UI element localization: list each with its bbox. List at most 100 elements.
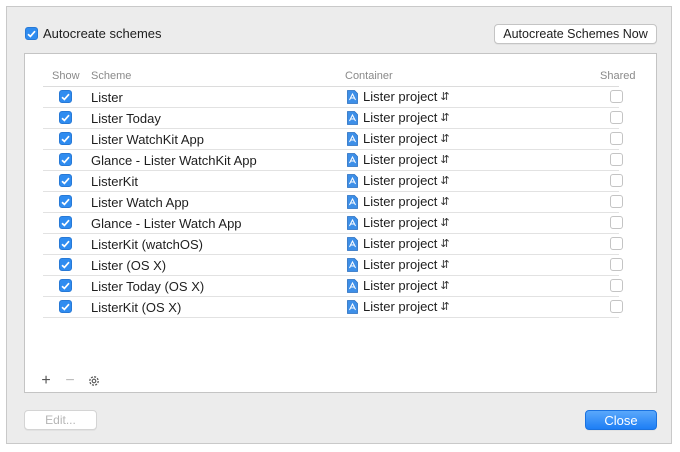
edit-button[interactable]: Edit... xyxy=(24,410,97,430)
scheme-name: Lister xyxy=(91,90,123,105)
table-row[interactable]: Lister Lister project ⇵ xyxy=(43,87,623,108)
table-row[interactable]: Lister Watch App Lister project ⇵ xyxy=(43,192,623,213)
container-popup[interactable]: Lister project ⇵ xyxy=(347,173,450,188)
show-checkbox[interactable] xyxy=(59,300,72,313)
shared-checkbox[interactable] xyxy=(610,237,623,250)
show-checkbox[interactable] xyxy=(59,132,72,145)
scheme-name: ListerKit (watchOS) xyxy=(91,237,203,252)
container-popup[interactable]: Lister project ⇵ xyxy=(347,236,450,251)
column-header-container[interactable]: Container xyxy=(345,70,393,82)
updown-chevron-icon: ⇵ xyxy=(440,301,450,313)
updown-chevron-icon: ⇵ xyxy=(440,154,450,166)
show-checkbox[interactable] xyxy=(59,195,72,208)
table-row[interactable]: ListerKit Lister project ⇵ xyxy=(43,171,623,192)
show-checkbox[interactable] xyxy=(59,90,72,103)
updown-chevron-icon: ⇵ xyxy=(440,175,450,187)
container-label: Lister project xyxy=(363,215,438,230)
container-label: Lister project xyxy=(363,278,438,293)
container-label: Lister project xyxy=(363,299,438,314)
add-scheme-button[interactable]: + xyxy=(39,372,53,389)
table-row[interactable]: Lister Today Lister project ⇵ xyxy=(43,108,623,129)
shared-checkbox[interactable] xyxy=(610,111,623,124)
show-checkbox[interactable] xyxy=(59,216,72,229)
show-checkbox[interactable] xyxy=(59,174,72,187)
container-label: Lister project xyxy=(363,89,438,104)
xcode-project-icon xyxy=(347,194,358,209)
xcode-project-icon xyxy=(347,152,358,167)
autocreate-schemes-now-button[interactable]: Autocreate Schemes Now xyxy=(494,24,657,44)
scheme-name: Glance - Lister Watch App xyxy=(91,216,242,231)
shared-checkbox[interactable] xyxy=(610,132,623,145)
updown-chevron-icon: ⇵ xyxy=(440,112,450,124)
shared-checkbox[interactable] xyxy=(610,279,623,292)
container-popup[interactable]: Lister project ⇵ xyxy=(347,194,450,209)
show-checkbox[interactable] xyxy=(59,153,72,166)
table-row[interactable]: Lister (OS X) Lister project ⇵ xyxy=(43,255,623,276)
updown-chevron-icon: ⇵ xyxy=(440,196,450,208)
container-label: Lister project xyxy=(363,110,438,125)
table-header: Show Scheme Container Shared xyxy=(43,69,635,87)
show-checkbox[interactable] xyxy=(59,111,72,124)
shared-checkbox[interactable] xyxy=(610,300,623,313)
container-label: Lister project xyxy=(363,173,438,188)
updown-chevron-icon: ⇵ xyxy=(440,259,450,271)
container-label: Lister project xyxy=(363,236,438,251)
container-popup[interactable]: Lister project ⇵ xyxy=(347,152,450,167)
table-toolbar: + − xyxy=(39,372,101,389)
column-header-shared[interactable]: Shared xyxy=(600,70,635,82)
shared-checkbox[interactable] xyxy=(610,216,623,229)
container-popup[interactable]: Lister project ⇵ xyxy=(347,299,450,314)
table-row[interactable]: Glance - Lister Watch App Lister project ⇵ xyxy=(43,213,623,234)
container-popup[interactable]: Lister project ⇵ xyxy=(347,278,450,293)
table-row[interactable]: Lister WatchKit App Lister project ⇵ xyxy=(43,129,623,150)
container-label: Lister project xyxy=(363,152,438,167)
container-popup[interactable]: Lister project ⇵ xyxy=(347,110,450,125)
xcode-project-icon xyxy=(347,110,358,125)
shared-checkbox[interactable] xyxy=(610,153,623,166)
container-popup[interactable]: Lister project ⇵ xyxy=(347,89,450,104)
shared-checkbox[interactable] xyxy=(610,90,623,103)
autocreate-label: Autocreate schemes xyxy=(43,26,162,41)
container-popup[interactable]: Lister project ⇵ xyxy=(347,257,450,272)
updown-chevron-icon: ⇵ xyxy=(440,280,450,292)
container-popup[interactable]: Lister project ⇵ xyxy=(347,215,450,230)
column-header-scheme[interactable]: Scheme xyxy=(91,70,131,82)
table-rows: Lister Lister project ⇵ Lister Today Lister … xyxy=(43,87,623,318)
updown-chevron-icon: ⇵ xyxy=(440,238,450,250)
scheme-name: ListerKit xyxy=(91,174,138,189)
xcode-project-icon xyxy=(347,278,358,293)
container-popup[interactable]: Lister project ⇵ xyxy=(347,131,450,146)
autocreate-checkbox-box[interactable] xyxy=(25,27,38,40)
shared-checkbox[interactable] xyxy=(610,174,623,187)
xcode-project-icon xyxy=(347,131,358,146)
remove-scheme-button[interactable]: − xyxy=(63,372,77,389)
column-header-show[interactable]: Show xyxy=(52,70,80,82)
close-button[interactable]: Close xyxy=(585,410,657,430)
container-label: Lister project xyxy=(363,131,438,146)
show-checkbox[interactable] xyxy=(59,237,72,250)
updown-chevron-icon: ⇵ xyxy=(440,133,450,145)
shared-checkbox[interactable] xyxy=(610,258,623,271)
container-label: Lister project xyxy=(363,257,438,272)
show-checkbox[interactable] xyxy=(59,258,72,271)
scheme-name: Lister Today (OS X) xyxy=(91,279,205,294)
shared-checkbox[interactable] xyxy=(610,195,623,208)
table-row[interactable]: ListerKit (OS X) Lister project ⇵ xyxy=(43,297,623,318)
xcode-project-icon xyxy=(347,173,358,188)
autocreate-schemes-checkbox[interactable]: Autocreate schemes xyxy=(25,26,162,41)
xcode-project-icon xyxy=(347,215,358,230)
xcode-project-icon xyxy=(347,89,358,104)
show-checkbox[interactable] xyxy=(59,279,72,292)
scheme-name: Lister Watch App xyxy=(91,195,189,210)
scheme-name: Glance - Lister WatchKit App xyxy=(91,153,257,168)
xcode-project-icon xyxy=(347,299,358,314)
updown-chevron-icon: ⇵ xyxy=(440,217,450,229)
table-row[interactable]: Lister Today (OS X) Lister project ⇵ xyxy=(43,276,623,297)
table-row[interactable]: Glance - Lister WatchKit App Lister proje… xyxy=(43,150,623,171)
updown-chevron-icon: ⇵ xyxy=(440,91,450,103)
scheme-name: Lister WatchKit App xyxy=(91,132,204,147)
scheme-name: Lister Today xyxy=(91,111,161,126)
table-row[interactable]: ListerKit (watchOS) Lister project ⇵ xyxy=(43,234,623,255)
xcode-project-icon xyxy=(347,257,358,272)
gear-icon[interactable] xyxy=(87,374,101,388)
